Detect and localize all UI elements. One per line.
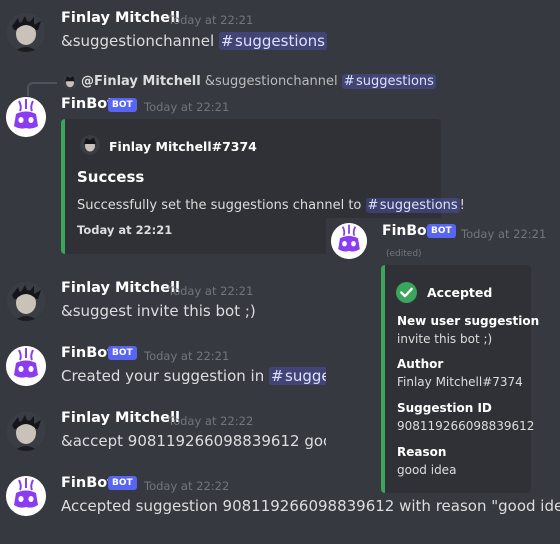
reply-avatar xyxy=(62,74,78,90)
reply-author: @Finlay Mitchell xyxy=(81,74,201,89)
message-text: &suggestionchannel xyxy=(61,32,219,50)
author-name[interactable]: FinBot xyxy=(382,223,433,239)
hash-icon: # xyxy=(367,198,380,213)
edited-label: (edited) xyxy=(386,249,422,259)
embed-title: Success xyxy=(77,168,145,186)
embed-description: Successfully set the suggestions channel… xyxy=(77,198,465,213)
hash-icon: # xyxy=(220,32,236,50)
channel-mention[interactable]: # suggestions xyxy=(365,198,460,213)
check-circle-icon xyxy=(396,282,417,303)
bot-tag: BOT xyxy=(427,224,456,238)
embed-title-value: invite this bot ;) xyxy=(397,332,493,346)
hash-icon: # xyxy=(270,367,286,385)
bot-tag: BOT xyxy=(108,98,137,112)
field-name: Author xyxy=(397,357,444,371)
suggestion-popup: FinBot BOT Today at 22:21 (edited) Accep… xyxy=(326,218,558,496)
timestamp: Today at 22:22 xyxy=(144,479,230,493)
bot-tag: BOT xyxy=(108,346,137,360)
author-name[interactable]: Finlay Mitchell xyxy=(61,410,180,426)
embed-author-avatar xyxy=(80,135,100,155)
author-name[interactable]: FinBot xyxy=(61,475,114,491)
timestamp: Today at 22:21 xyxy=(144,100,230,114)
embed-title: New user suggestion xyxy=(397,314,540,328)
field-name: Reason xyxy=(397,445,447,459)
author-name[interactable]: Finlay Mitchell xyxy=(61,280,180,296)
message-content: &suggestionchannel # suggestions xyxy=(61,32,327,50)
reply-preview[interactable]: @Finlay Mitchell &suggestionchannel # su… xyxy=(81,74,436,89)
field-name: Suggestion ID xyxy=(397,401,492,415)
bot-avatar[interactable] xyxy=(331,223,367,259)
author-name[interactable]: Finlay Mitchell xyxy=(61,10,180,26)
timestamp: Today at 22:21 xyxy=(168,13,254,27)
avatar[interactable] xyxy=(6,411,46,451)
embed: Accepted New user suggestion invite this… xyxy=(381,265,539,493)
bot-tag: BOT xyxy=(108,476,137,490)
reply-connector xyxy=(27,82,57,96)
message-text: Accepted suggestion 908119266098839612 w… xyxy=(61,497,560,515)
reply-text: &suggestionchannel xyxy=(204,74,342,89)
timestamp: Today at 22:21 xyxy=(144,349,230,363)
avatar[interactable] xyxy=(6,281,46,321)
bot-avatar[interactable] xyxy=(6,97,46,137)
field-value: good idea xyxy=(397,463,457,477)
avatar[interactable] xyxy=(6,12,46,52)
bot-avatar[interactable] xyxy=(6,476,46,516)
timestamp: Today at 22:21 xyxy=(168,284,254,298)
bot-avatar[interactable] xyxy=(6,346,46,386)
embed-author[interactable]: Finlay Mitchell#7374 xyxy=(109,139,257,154)
embed-footer: Today at 22:21 xyxy=(77,223,173,237)
field-value: 908119266098839612 xyxy=(397,419,535,433)
author-name[interactable]: FinBot xyxy=(61,96,114,112)
message-text: &suggest invite this bot ;) xyxy=(61,302,256,320)
timestamp: Today at 22:22 xyxy=(168,414,254,428)
channel-mention[interactable]: # suggestions xyxy=(218,32,327,50)
channel-mention[interactable]: # suggestions xyxy=(341,74,436,89)
field-value: Finlay Mitchell#7374 xyxy=(397,375,523,389)
timestamp: Today at 22:21 xyxy=(461,227,547,241)
hash-icon: # xyxy=(343,74,356,89)
embed-status: Accepted xyxy=(427,285,493,300)
author-name[interactable]: FinBot xyxy=(61,345,114,361)
